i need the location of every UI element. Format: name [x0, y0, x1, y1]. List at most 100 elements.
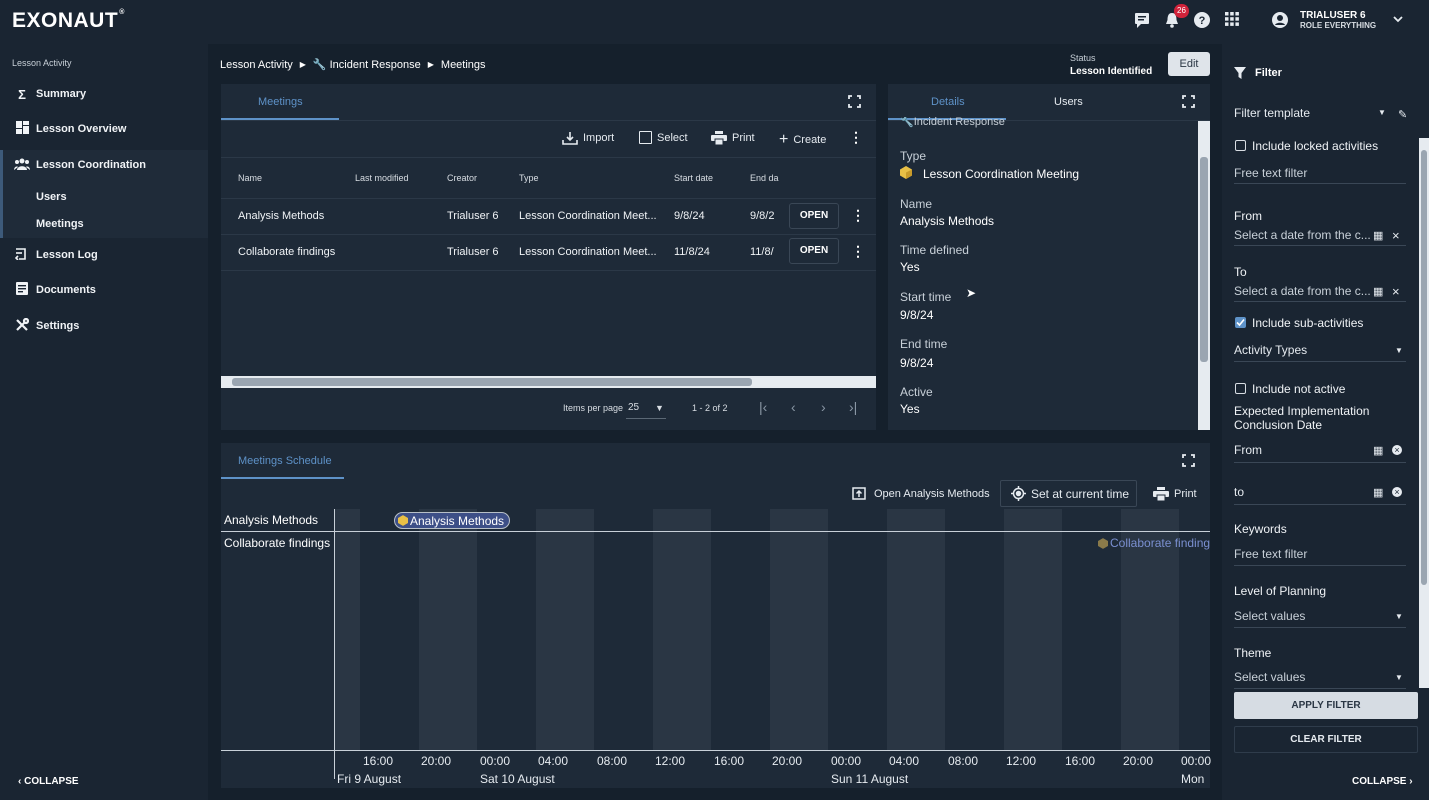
- more-options-icon[interactable]: ⋮: [849, 129, 863, 146]
- app-logo[interactable]: EXONAUT®: [12, 9, 125, 33]
- sidebar-item-summary[interactable]: Σ Summary: [0, 77, 208, 111]
- filter-template-select[interactable]: Filter template: [1234, 106, 1310, 120]
- calendar-icon[interactable]: ▦: [1373, 229, 1383, 242]
- first-page-icon[interactable]: |‹: [759, 399, 767, 415]
- open-analysis-methods-button[interactable]: Open Analysis Methods: [852, 487, 990, 500]
- tab-details[interactable]: Details: [931, 96, 965, 108]
- clear-icon[interactable]: ×: [1392, 284, 1400, 299]
- detail-value-name: Analysis Methods: [900, 214, 995, 228]
- schedule-print-button[interactable]: Print: [1153, 487, 1197, 501]
- collapse-sidebar-button[interactable]: ‹ COLLAPSE: [18, 776, 79, 787]
- sidebar-item-lesson-coordination[interactable]: Lesson Coordination: [0, 148, 208, 182]
- tab-underline: [221, 477, 344, 479]
- parent-activity[interactable]: 🔧Incident Response: [900, 117, 1005, 128]
- from-date-input[interactable]: Select a date from the c...: [1234, 228, 1371, 242]
- dropdown-arrow-icon[interactable]: ▼: [1395, 612, 1403, 621]
- tab-meetings-schedule[interactable]: Meetings Schedule: [238, 455, 332, 467]
- expected-to-input[interactable]: to: [1234, 485, 1244, 499]
- page-range: 1 - 2 of 2: [692, 403, 728, 413]
- breadcrumb-item[interactable]: Incident Response: [330, 59, 421, 71]
- fullscreen-icon[interactable]: [848, 95, 861, 111]
- calendar-icon[interactable]: ▦: [1373, 486, 1383, 499]
- apply-filter-button[interactable]: APPLY FILTER: [1234, 692, 1418, 719]
- clear-circle-icon[interactable]: ×: [1392, 487, 1402, 497]
- scrollbar-thumb[interactable]: [1421, 150, 1427, 585]
- schedule-event-collaborate-findings[interactable]: Collaborate finding: [1098, 536, 1210, 550]
- scrollbar-thumb[interactable]: [1200, 157, 1208, 362]
- dropdown-arrow-icon[interactable]: ▼: [655, 403, 664, 413]
- schedule-event-analysis-methods[interactable]: Analysis Methods: [394, 512, 511, 529]
- row-name[interactable]: Analysis Methods: [238, 210, 324, 222]
- time-tick: 16:00: [363, 754, 394, 768]
- clear-circle-icon[interactable]: ×: [1392, 445, 1402, 455]
- tab-meetings[interactable]: Meetings: [258, 96, 303, 108]
- sidebar-item-settings[interactable]: Settings: [0, 309, 208, 343]
- column-header-last-modified[interactable]: Last modified: [355, 173, 409, 183]
- user-avatar-icon[interactable]: [1270, 11, 1290, 31]
- collapse-filter-button[interactable]: COLLAPSE ›: [1352, 776, 1413, 787]
- sidebar-item-lesson-log[interactable]: Lesson Log: [0, 238, 208, 272]
- level-of-planning-select[interactable]: Select values: [1234, 609, 1305, 623]
- theme-select[interactable]: Select values: [1234, 670, 1305, 684]
- row-name[interactable]: Collaborate findings: [238, 246, 335, 258]
- select-button[interactable]: Select: [639, 131, 688, 144]
- tab-users[interactable]: Users: [1054, 96, 1083, 108]
- time-tick: 00:00: [831, 754, 862, 768]
- sidebar-subitem-meetings[interactable]: Meetings: [0, 211, 208, 237]
- row-creator: Trialuser 6: [447, 210, 499, 222]
- column-header-type[interactable]: Type: [519, 173, 539, 183]
- row-menu-icon[interactable]: ⋮: [851, 207, 865, 224]
- fullscreen-icon[interactable]: [1182, 454, 1195, 470]
- column-header-creator[interactable]: Creator: [447, 173, 477, 183]
- user-name[interactable]: TRIALUSER 6: [1300, 10, 1366, 21]
- column-header-start-date[interactable]: Start date: [674, 173, 713, 183]
- free-text-filter-input[interactable]: Free text filter: [1234, 166, 1307, 180]
- include-not-active-checkbox[interactable]: [1235, 383, 1246, 394]
- items-per-page-select[interactable]: 25: [628, 402, 639, 413]
- dropdown-arrow-icon[interactable]: ▼: [1395, 673, 1403, 682]
- next-page-icon[interactable]: ›: [821, 399, 826, 415]
- clear-filter-button[interactable]: CLEAR FILTER: [1234, 726, 1418, 753]
- chat-icon[interactable]: [1132, 11, 1152, 31]
- help-icon[interactable]: ?: [1192, 11, 1212, 31]
- scrollbar-thumb[interactable]: [232, 378, 752, 386]
- row-menu-icon[interactable]: ⋮: [851, 243, 865, 260]
- meeting-type-icon: [398, 515, 408, 526]
- open-button[interactable]: OPEN: [789, 203, 839, 229]
- last-page-icon[interactable]: ›|: [849, 399, 857, 415]
- include-sub-activities-checkbox[interactable]: [1235, 317, 1246, 328]
- time-tick: 12:00: [1006, 754, 1037, 768]
- prev-page-icon[interactable]: ‹: [791, 399, 796, 415]
- pencil-icon[interactable]: ✎: [1398, 108, 1407, 121]
- sidebar-item-lesson-overview[interactable]: Lesson Overview: [0, 112, 208, 146]
- import-button[interactable]: Import: [562, 131, 614, 145]
- apps-grid-icon[interactable]: [1222, 11, 1242, 31]
- edit-button[interactable]: Edit: [1168, 52, 1210, 76]
- open-button[interactable]: OPEN: [789, 238, 839, 264]
- activity-types-select[interactable]: Activity Types: [1234, 343, 1307, 357]
- to-date-input[interactable]: Select a date from the c...: [1234, 284, 1371, 298]
- calendar-icon[interactable]: ▦: [1373, 285, 1383, 298]
- document-icon: [14, 282, 30, 298]
- column-header-end-date[interactable]: End da: [750, 173, 779, 183]
- print-button[interactable]: Print: [711, 131, 755, 145]
- calendar-icon[interactable]: ▦: [1373, 444, 1383, 457]
- column-header-name[interactable]: Name: [238, 173, 262, 183]
- chevron-down-icon[interactable]: [1388, 11, 1408, 31]
- create-label: Create: [793, 134, 827, 146]
- sidebar-subitem-users[interactable]: Users: [0, 184, 208, 210]
- dropdown-arrow-icon[interactable]: ▼: [1395, 346, 1403, 355]
- clear-icon[interactable]: ×: [1392, 228, 1400, 243]
- keywords-input[interactable]: Free text filter: [1234, 547, 1307, 561]
- breadcrumb-item[interactable]: Lesson Activity: [220, 59, 293, 71]
- fullscreen-icon[interactable]: [1182, 95, 1195, 111]
- set-current-time-button[interactable]: Set at current time: [1000, 480, 1137, 507]
- sidebar-item-label: Summary: [36, 88, 87, 100]
- row-divider: [221, 531, 1210, 532]
- sidebar-item-documents[interactable]: Documents: [0, 273, 208, 307]
- expected-from-input[interactable]: From: [1234, 443, 1262, 457]
- breadcrumb-item[interactable]: Meetings: [441, 59, 486, 71]
- include-locked-checkbox[interactable]: [1235, 140, 1246, 151]
- dropdown-arrow-icon[interactable]: ▼: [1378, 108, 1386, 117]
- create-button[interactable]: + Create: [779, 131, 826, 149]
